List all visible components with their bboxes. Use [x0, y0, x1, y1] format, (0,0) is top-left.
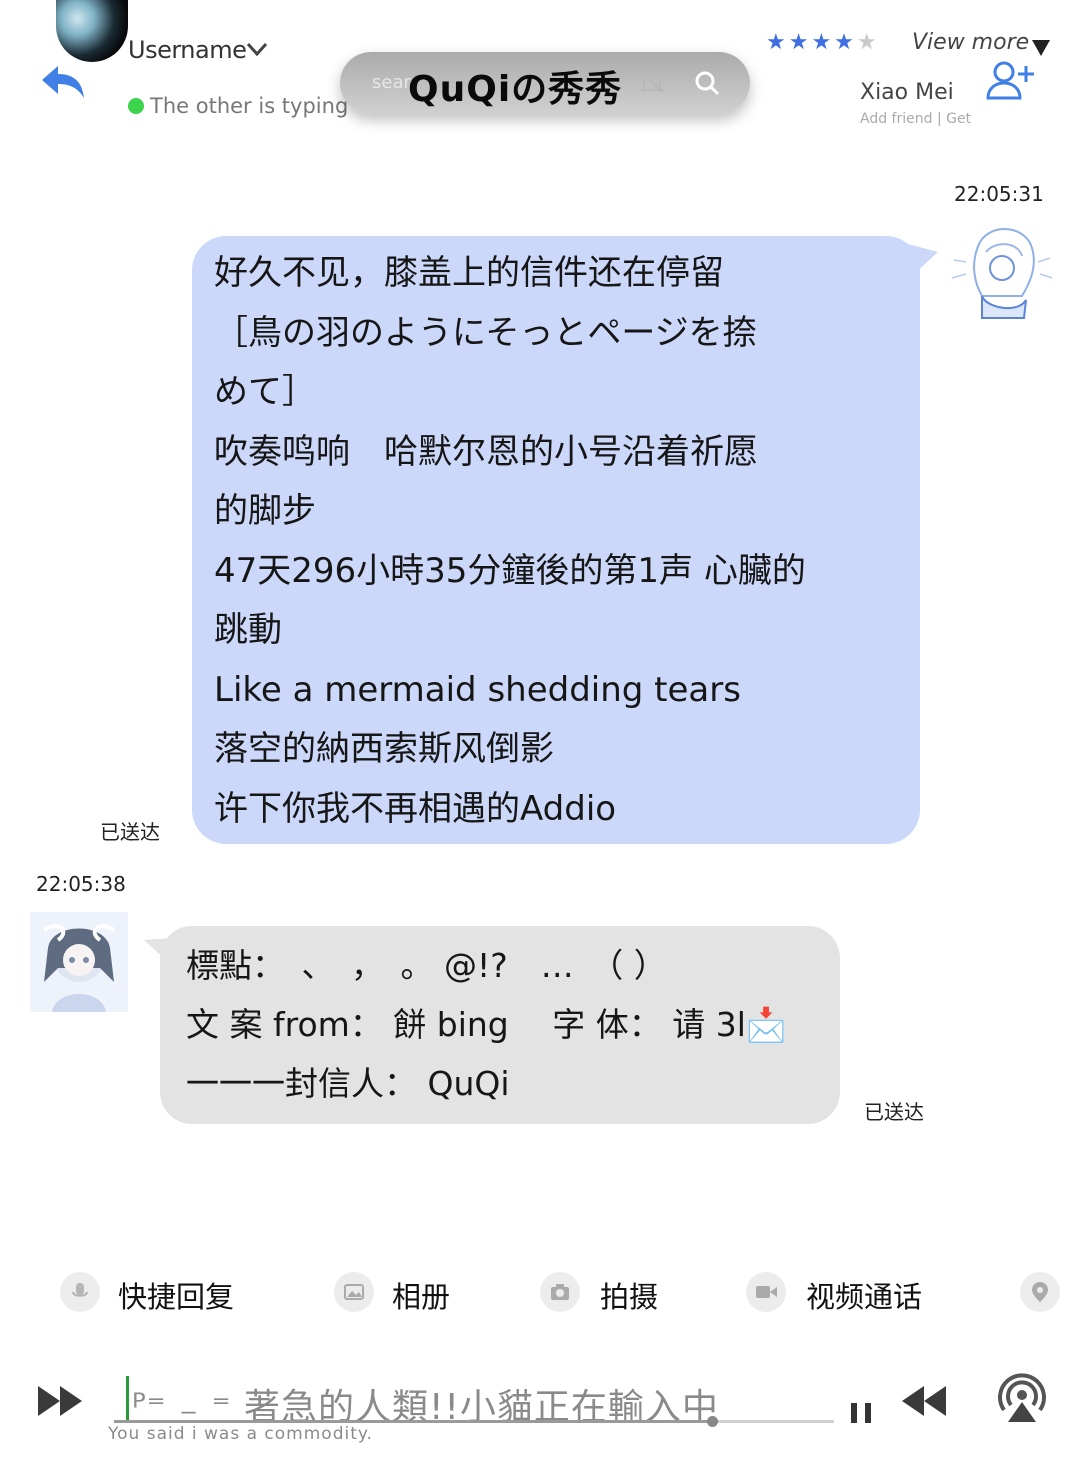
- message-line: 跳動: [214, 610, 282, 650]
- add-friend-text[interactable]: Add friend | Get: [860, 111, 971, 127]
- input-subtitle: You said i was a commodity.: [108, 1424, 373, 1444]
- location-icon[interactable]: [1020, 1272, 1060, 1312]
- rating-stars: ★★★★★: [766, 30, 880, 55]
- chat-title: QuQiの秀秀: [408, 69, 623, 110]
- shoot-button[interactable]: 拍摄: [600, 1274, 658, 1316]
- dropdown-triangle-icon[interactable]: [1030, 36, 1052, 58]
- album-button[interactable]: 相册: [392, 1274, 450, 1316]
- view-more-link[interactable]: View more: [912, 30, 1029, 55]
- text-cursor: [126, 1376, 129, 1422]
- progress-knob[interactable]: [706, 1416, 718, 1427]
- delivery-status: 已送达: [864, 1100, 924, 1124]
- image-icon[interactable]: [334, 1272, 374, 1312]
- own-avatar[interactable]: [56, 0, 128, 62]
- pause-icon[interactable]: [848, 1400, 876, 1426]
- rating-filled: ★★★★: [766, 30, 857, 55]
- rating-empty: ★: [856, 30, 880, 55]
- add-friend-icon[interactable]: [986, 60, 1036, 102]
- search-placeholder: sear: [372, 72, 411, 93]
- message-timestamp: 22:05:31: [954, 182, 1044, 206]
- mute-bell-icon[interactable]: [636, 66, 668, 98]
- username-label[interactable]: Username: [128, 36, 247, 64]
- message-line: 的脚步: [214, 491, 316, 531]
- message-line: 许下你我不再相遇的Addio: [214, 788, 617, 829]
- message-line: 文 案 from： 餅 bing 字 体： 请 3l📩: [186, 1005, 787, 1044]
- camera-icon[interactable]: [540, 1272, 580, 1312]
- rewind-icon[interactable]: [898, 1384, 948, 1418]
- sender-avatar[interactable]: [952, 222, 1052, 326]
- online-status-dot: [128, 98, 144, 114]
- message-line: Like a mermaid shedding tears: [214, 669, 741, 710]
- message-line: 47天296小時35分鐘後的第1声 心臟的: [214, 550, 806, 591]
- recipient-avatar[interactable]: [30, 912, 128, 1012]
- message-line: 落空的納西索斯风倒影: [214, 729, 554, 769]
- message-line: ［鳥の羽のようにそっとページを捺: [214, 312, 757, 353]
- typing-status: The other is typing: [150, 94, 349, 118]
- incoming-message-text: 標點： 、 ， 。 @!? … （ ） 文 案 from： 餅 bing 字 体…: [186, 936, 826, 1113]
- playback-progress[interactable]: [114, 1420, 712, 1423]
- microphone-icon[interactable]: [60, 1272, 100, 1312]
- message-line: 好久不见，膝盖上的信件还在停留: [214, 253, 724, 293]
- airplay-icon[interactable]: [996, 1370, 1048, 1426]
- message-line: 標點： 、 ， 。 @!? … （ ）: [186, 946, 667, 985]
- contact-name: Xiao Mei: [860, 80, 954, 105]
- message-line: めて］: [214, 372, 316, 412]
- outgoing-message-text: 好久不见，膝盖上的信件还在停留 ［鳥の羽のようにそっとページを捺 めて］ 吹奏鸣…: [214, 244, 904, 839]
- bubble-tail: [144, 938, 172, 962]
- search-icon[interactable]: [692, 68, 722, 98]
- message-timestamp: 22:05:38: [36, 872, 126, 896]
- delivery-status: 已送达: [100, 820, 160, 844]
- message-line: 一一一封信人： QuQi: [186, 1064, 510, 1103]
- bubble-tail: [908, 244, 938, 274]
- video-call-button[interactable]: 视频通话: [806, 1274, 922, 1316]
- fast-forward-icon[interactable]: [36, 1384, 86, 1418]
- video-camera-icon[interactable]: [746, 1272, 786, 1312]
- message-line: 吹奏鸣响 哈默尔恩的小号沿着祈愿: [214, 431, 758, 472]
- chevron-down-icon[interactable]: [244, 36, 270, 62]
- back-arrow-icon[interactable]: [38, 62, 88, 102]
- quick-reply-button[interactable]: 快捷回复: [118, 1274, 234, 1316]
